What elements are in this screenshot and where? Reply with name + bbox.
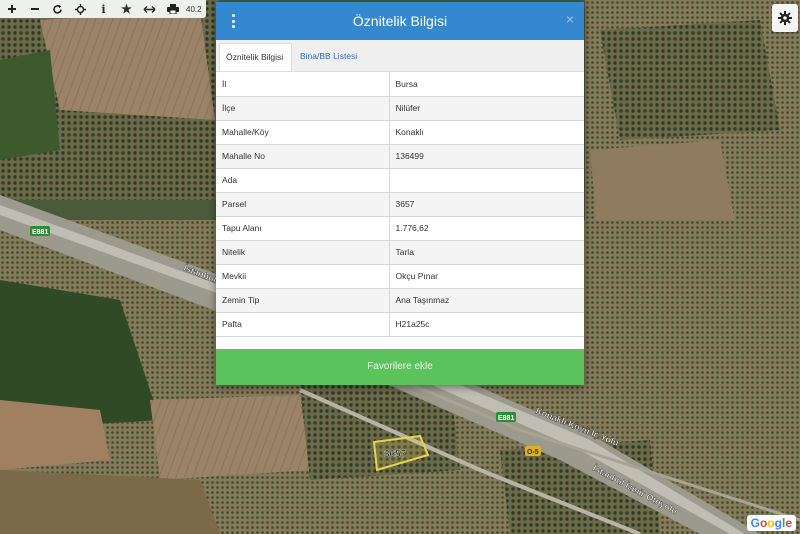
- attribute-table: İl Bursa İlçe Nilüfer Mahalle/Köy Konaklı Maha…: [216, 72, 584, 337]
- modal-header: Öznitelik Bilgisi ×: [216, 2, 584, 40]
- modal-tabs: Öznitelik Bilgisi Bina/BB Listesi: [216, 40, 584, 72]
- attribute-key: İl: [216, 72, 390, 97]
- settings-button[interactable]: [772, 4, 798, 32]
- attribute-value: Konaklı: [389, 120, 584, 145]
- attribute-value: 3657: [389, 192, 584, 217]
- google-letter: G: [750, 516, 760, 530]
- attribute-value: Okçu Pınar: [389, 264, 584, 289]
- zoom-out-icon: [30, 8, 39, 10]
- attribute-value: Bursa: [389, 72, 584, 97]
- add-to-favorites-button[interactable]: Favorilere ekle: [216, 349, 584, 385]
- map-toolbar: i ★ 40.2: [0, 0, 206, 18]
- google-letter: e: [785, 516, 792, 530]
- attribute-key: Ada: [216, 168, 390, 193]
- map-label-e881-right: E881: [498, 415, 514, 422]
- table-row: Mevkii Okçu Pınar: [216, 264, 584, 289]
- google-letter: g: [774, 516, 782, 530]
- tab-building-list[interactable]: Bina/BB Listesi: [294, 43, 363, 70]
- attribute-value: 136499: [389, 144, 584, 169]
- google-letter: o: [767, 516, 775, 530]
- locate-icon: [75, 3, 86, 15]
- table-row: Nitelik Tarla: [216, 240, 584, 265]
- table-row: İl Bursa: [216, 72, 584, 97]
- coordinate-readout: 40.2: [186, 4, 202, 14]
- close-icon[interactable]: ×: [566, 11, 574, 27]
- attribute-info-modal: Öznitelik Bilgisi × Öznitelik Bilgisi Bi…: [216, 2, 584, 385]
- info-icon: i: [101, 2, 106, 16]
- attribute-key: Pafta: [216, 312, 390, 337]
- attribute-key: Parsel: [216, 192, 390, 217]
- attribute-value: 1.776,62: [389, 216, 584, 241]
- tab-attribute-info[interactable]: Öznitelik Bilgisi: [219, 43, 292, 71]
- table-row: Pafta H21a25c: [216, 312, 584, 337]
- google-letter: o: [759, 516, 768, 530]
- attribute-key: Zemin Tip: [216, 288, 390, 313]
- favorites-button[interactable]: ★: [115, 0, 138, 18]
- table-row: İlçe Nilüfer: [216, 96, 584, 121]
- attribute-key: Tapu Alanı: [216, 216, 390, 241]
- map-label-o5: O-5: [527, 449, 539, 456]
- gear-icon: [778, 11, 792, 25]
- refresh-icon: [53, 4, 62, 14]
- attribute-key: Mevkii: [216, 264, 390, 289]
- star-icon: ★: [121, 2, 132, 16]
- map-label-e881-left: E881: [32, 229, 48, 236]
- table-row: Mahalle/Köy Konaklı: [216, 120, 584, 145]
- map-label-parcel: 3657: [384, 449, 407, 460]
- attribute-key: İlçe: [216, 96, 390, 121]
- table-row: Parsel 3657: [216, 192, 584, 217]
- print-icon: [166, 4, 179, 14]
- zoom-out-button[interactable]: [23, 0, 46, 18]
- locate-button[interactable]: [69, 0, 92, 18]
- info-button[interactable]: i: [92, 0, 115, 18]
- attribute-value: Tarla: [389, 240, 584, 265]
- attribute-key: Mahalle No: [216, 144, 390, 169]
- zoom-in-icon: [7, 5, 16, 13]
- table-row: Mahalle No 136499: [216, 144, 584, 169]
- attribute-key: Nitelik: [216, 240, 390, 265]
- table-row: Ada: [216, 168, 584, 193]
- measure-button[interactable]: [138, 0, 161, 18]
- attribute-value: Nilüfer: [389, 96, 584, 121]
- table-row: Tapu Alanı 1.776,62: [216, 216, 584, 241]
- google-logo: Google: [746, 515, 796, 531]
- measure-icon: [143, 5, 156, 13]
- zoom-in-button[interactable]: [0, 0, 23, 18]
- table-row: Zemin Tip Ana Taşınmaz: [216, 288, 584, 313]
- attribute-value: H21a25c: [389, 312, 584, 337]
- refresh-button[interactable]: [46, 0, 69, 18]
- attribute-key: Mahalle/Köy: [216, 120, 390, 145]
- modal-title: Öznitelik Bilgisi: [352, 13, 448, 29]
- attribute-value: Ana Taşınmaz: [389, 288, 584, 313]
- print-button[interactable]: [161, 0, 184, 18]
- attribute-value: [389, 168, 584, 193]
